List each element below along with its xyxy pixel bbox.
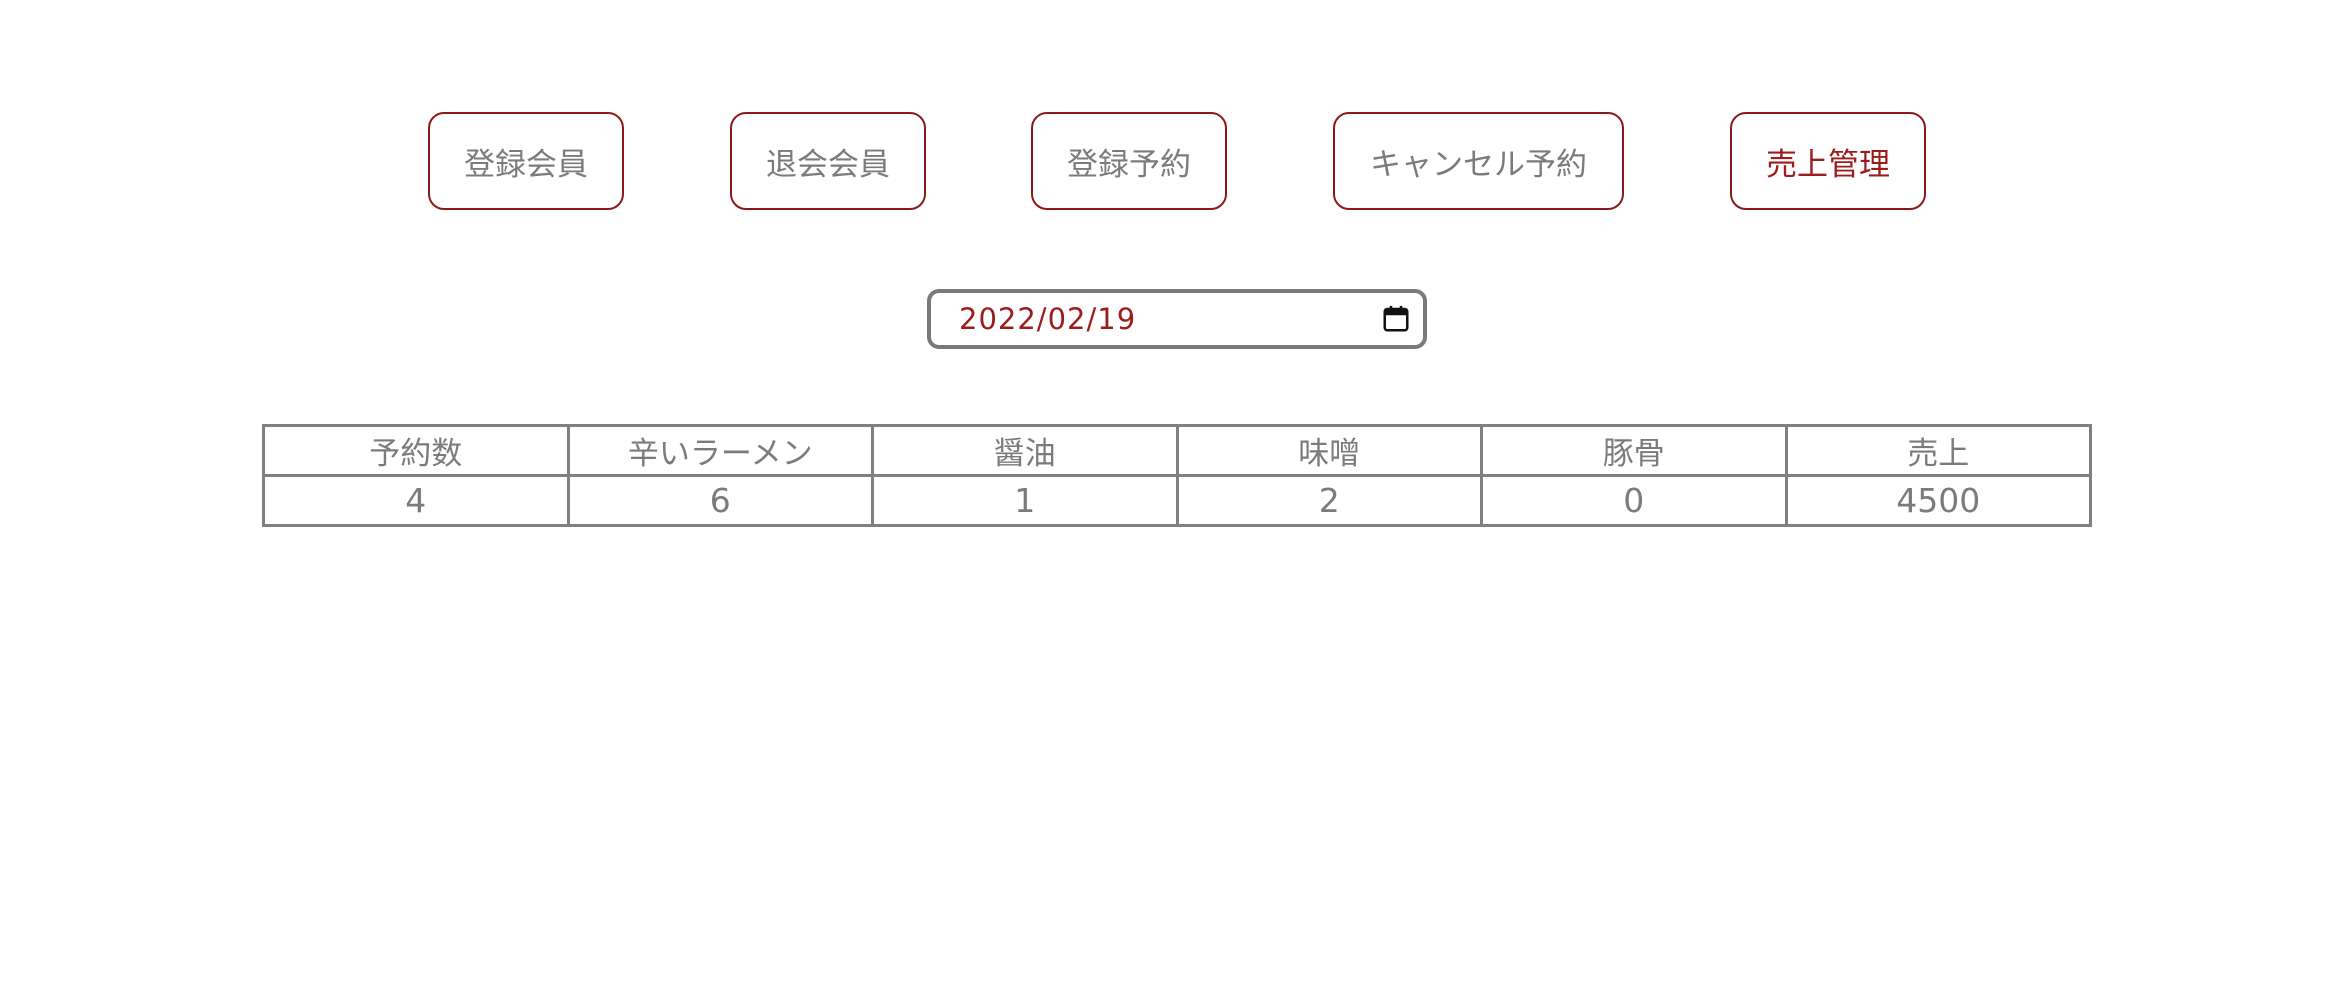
header-miso: 味噌 [1175, 424, 1483, 477]
calendar-icon[interactable] [1381, 304, 1411, 334]
date-input[interactable]: 2022/02/19 [927, 289, 1427, 349]
nav-button-cancelled-reservations[interactable]: キャンセル予約 [1333, 112, 1624, 210]
table-row: 4 6 1 2 0 4500 [262, 474, 2092, 527]
nav-button-registered-members[interactable]: 登録会員 [428, 112, 624, 210]
cell-miso: 2 [1175, 474, 1483, 527]
sales-table: 予約数 辛いラーメン 醤油 味噌 豚骨 売上 4 6 1 2 0 4500 [262, 424, 2092, 527]
header-shoyu: 醤油 [871, 424, 1179, 477]
cell-reservation-count: 4 [262, 474, 570, 527]
cell-sales: 4500 [1784, 474, 2092, 527]
header-sales: 売上 [1784, 424, 2092, 477]
table-header-row: 予約数 辛いラーメン 醤油 味噌 豚骨 売上 [262, 424, 2092, 477]
nav-button-withdrawn-members[interactable]: 退会会員 [730, 112, 926, 210]
cell-shoyu: 1 [871, 474, 1179, 527]
page: 登録会員 退会会員 登録予約 キャンセル予約 売上管理 2022/02/19 予… [0, 0, 2336, 992]
nav-button-registered-reservations[interactable]: 登録予約 [1031, 112, 1227, 210]
header-tonkotsu: 豚骨 [1480, 424, 1788, 477]
date-value: 2022/02/19 [959, 302, 1137, 336]
cell-spicy-ramen: 6 [566, 474, 874, 527]
header-reservation-count: 予約数 [262, 424, 570, 477]
header-spicy-ramen: 辛いラーメン [566, 424, 874, 477]
nav-bar: 登録会員 退会会員 登録予約 キャンセル予約 売上管理 [0, 112, 2336, 214]
nav-button-sales-management[interactable]: 売上管理 [1730, 112, 1926, 210]
cell-tonkotsu: 0 [1480, 474, 1788, 527]
